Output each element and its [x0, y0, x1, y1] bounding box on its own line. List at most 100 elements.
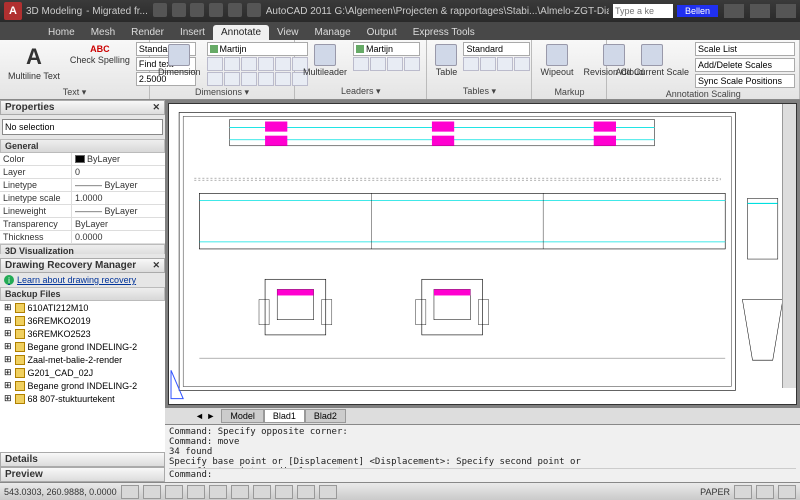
app-logo[interactable]: A	[4, 2, 22, 20]
properties-close-icon[interactable]: ✕	[152, 102, 160, 113]
table-style-combo[interactable]: Standard	[463, 42, 530, 56]
dim-baseline-button[interactable]	[241, 72, 257, 86]
qp-toggle[interactable]	[319, 485, 337, 499]
prop-row[interactable]: TransparencyByLayer	[0, 218, 165, 231]
expand-icon[interactable]: ⊞	[4, 302, 12, 313]
table-extract-button[interactable]	[463, 57, 479, 71]
prop-value[interactable]: ——— ByLayer	[72, 179, 165, 191]
tab-render[interactable]: Render	[123, 25, 172, 40]
layout-tab-model[interactable]: Model	[221, 409, 264, 423]
workspace-label[interactable]: 3D Modeling	[26, 6, 82, 17]
panel-tables-title[interactable]: Tables ▾	[431, 85, 527, 97]
expand-icon[interactable]: ⊞	[4, 328, 12, 339]
command-input[interactable]	[216, 470, 796, 480]
backup-file-item[interactable]: ⊞36REMKO2019	[0, 314, 165, 327]
qat-open-icon[interactable]	[172, 3, 186, 17]
properties-header[interactable]: Properties✕	[0, 100, 165, 115]
table-download-button[interactable]	[497, 57, 513, 71]
dim-jogged-button[interactable]	[224, 72, 240, 86]
prop-value[interactable]: ——— ByLayer	[72, 205, 165, 217]
add-delete-scales-button[interactable]: Add/Delete Scales	[695, 58, 795, 72]
dim-radius-button[interactable]	[275, 57, 291, 71]
leader-add-button[interactable]	[353, 57, 369, 71]
snap-toggle[interactable]	[121, 485, 139, 499]
prop-row[interactable]: Lineweight——— ByLayer	[0, 205, 165, 218]
dim-aligned-button[interactable]	[224, 57, 240, 71]
leader-remove-button[interactable]	[370, 57, 386, 71]
wipeout-button[interactable]: Wipeout	[536, 42, 577, 79]
vertical-scrollbar[interactable]	[782, 104, 796, 388]
backup-file-list[interactable]: ⊞610ATI212M10⊞36REMKO2019⊞36REMKO2523⊞Be…	[0, 301, 165, 452]
prop-row[interactable]: Layer0	[0, 166, 165, 179]
backup-file-item[interactable]: ⊞Zaal-met-balie-2-render	[0, 353, 165, 366]
layout-tab-blad1[interactable]: Blad1	[264, 409, 305, 423]
qat-new-icon[interactable]	[153, 3, 167, 17]
qat-redo-icon[interactable]	[228, 3, 242, 17]
minimize-button[interactable]	[724, 4, 744, 18]
help-search-input[interactable]	[613, 4, 673, 18]
qat-undo-icon[interactable]	[209, 3, 223, 17]
add-current-scale-button[interactable]: Add Current Scale	[611, 42, 693, 79]
dim-linear-button[interactable]	[207, 57, 223, 71]
dim-ordinate-button[interactable]	[207, 72, 223, 86]
otrack-toggle[interactable]	[231, 485, 249, 499]
ducs-toggle[interactable]	[253, 485, 271, 499]
leader-align-button[interactable]	[387, 57, 403, 71]
dimension-button[interactable]: Dimension	[154, 42, 205, 79]
check-spelling-button[interactable]: ABC Check Spelling	[66, 42, 134, 67]
prop-value[interactable]: 0	[72, 166, 165, 178]
multiline-text-button[interactable]: A Multiline Text	[4, 42, 64, 83]
backup-file-item[interactable]: ⊞G201_CAD_02J	[0, 366, 165, 379]
maximize-button[interactable]	[750, 4, 770, 18]
tab-insert[interactable]: Insert	[172, 25, 213, 40]
prop-row[interactable]: Linetype scale1.0000	[0, 192, 165, 205]
prop-section-3d-visualization[interactable]: 3D Visualization	[0, 244, 165, 254]
table-upload-button[interactable]	[514, 57, 530, 71]
leader-style-combo[interactable]: Martijn	[353, 42, 420, 56]
backup-file-item[interactable]: ⊞610ATI212M10	[0, 301, 165, 314]
tab-annotate[interactable]: Annotate	[213, 25, 269, 40]
expand-icon[interactable]: ⊞	[4, 380, 12, 391]
backup-file-item[interactable]: ⊞Begane grond INDELING-2	[0, 379, 165, 392]
panel-leaders-title[interactable]: Leaders ▾	[299, 85, 422, 97]
qat-print-icon[interactable]	[247, 3, 261, 17]
backup-file-item[interactable]: ⊞68 807-stuktuurtekent	[0, 392, 165, 405]
dyn-toggle[interactable]	[275, 485, 293, 499]
clean-screen-button[interactable]	[778, 485, 796, 499]
dim-break-button[interactable]	[275, 72, 291, 86]
table-link-button[interactable]	[480, 57, 496, 71]
annotation-scale-button[interactable]	[734, 485, 752, 499]
paper-viewport[interactable]	[168, 103, 797, 405]
tab-manage[interactable]: Manage	[307, 25, 359, 40]
workspace-switch-button[interactable]	[756, 485, 774, 499]
recovery-learn-link[interactable]: iLearn about drawing recovery	[0, 273, 165, 287]
expand-icon[interactable]: ⊞	[4, 315, 12, 326]
expand-icon[interactable]: ⊞	[4, 341, 12, 352]
dim-continue-button[interactable]	[258, 72, 274, 86]
prop-row[interactable]: ColorByLayer	[0, 153, 165, 166]
backup-file-item[interactable]: ⊞36REMKO2523	[0, 327, 165, 340]
preview-header[interactable]: Preview	[0, 467, 165, 482]
tab-home[interactable]: Home	[40, 25, 83, 40]
dim-style-combo[interactable]: Martijn	[207, 42, 308, 56]
tab-output[interactable]: Output	[359, 25, 405, 40]
drawing-canvas[interactable]	[169, 104, 796, 404]
leader-collect-button[interactable]	[404, 57, 420, 71]
tab-express-tools[interactable]: Express Tools	[405, 25, 483, 40]
panel-dimensions-title[interactable]: Dimensions ▾	[154, 86, 290, 98]
sync-scale-positions-button[interactable]: Sync Scale Positions	[695, 74, 795, 88]
prop-value[interactable]: ByLayer	[72, 218, 165, 230]
bellen-button[interactable]: Bellen	[677, 5, 718, 17]
backup-file-item[interactable]: ⊞Begane grond INDELING-2	[0, 340, 165, 353]
prop-value[interactable]: 1.0000	[72, 192, 165, 204]
polar-toggle[interactable]	[187, 485, 205, 499]
details-header[interactable]: Details	[0, 452, 165, 467]
prop-section-general[interactable]: General	[0, 139, 165, 153]
scale-list-button[interactable]: Scale List	[695, 42, 795, 56]
expand-icon[interactable]: ⊞	[4, 354, 12, 365]
command-line[interactable]: Command: Specify opposite corner: Comman…	[165, 424, 800, 482]
prop-row[interactable]: Thickness0.0000	[0, 231, 165, 244]
close-button[interactable]	[776, 4, 796, 18]
prop-row[interactable]: Linetype——— ByLayer	[0, 179, 165, 192]
panel-text-title[interactable]: Text ▾	[4, 86, 145, 98]
